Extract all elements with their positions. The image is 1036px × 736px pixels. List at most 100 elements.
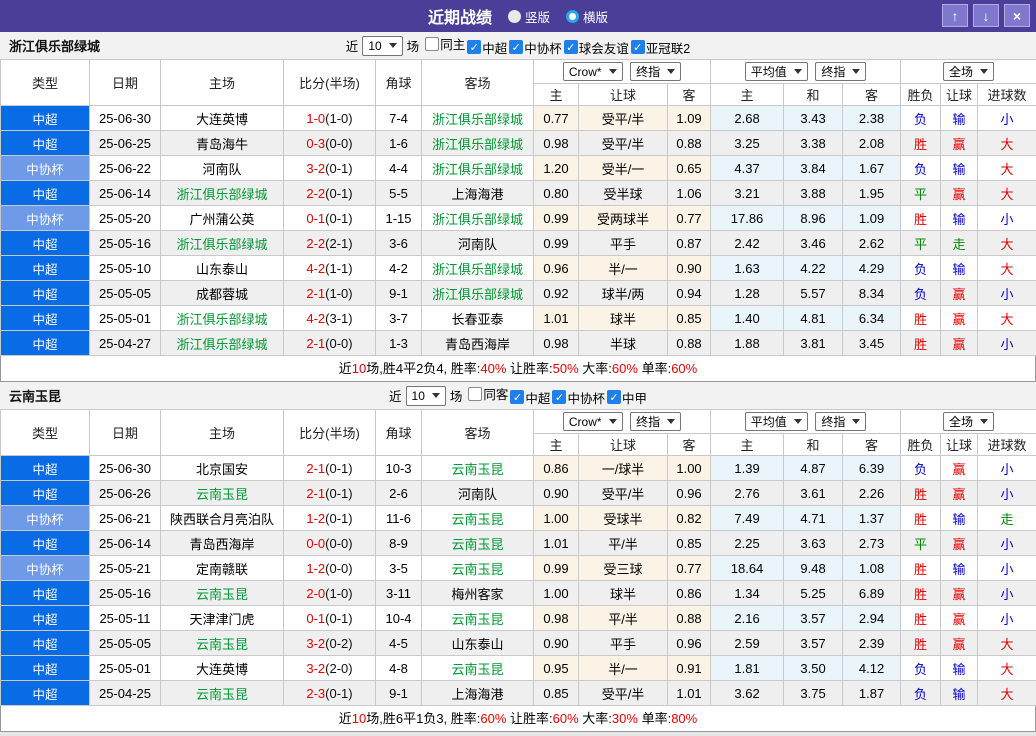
ah-home-odds: 1.00 <box>533 505 579 531</box>
eu-away-odds: 1.09 <box>842 205 902 231</box>
bookmaker-select[interactable]: Crow* <box>562 412 623 432</box>
eu-away-odds: 4.29 <box>842 255 902 281</box>
filter-checkbox-中甲[interactable]: ✓ 中甲 <box>606 388 647 407</box>
result-win-draw-loss: 平 <box>900 530 942 556</box>
europe-stage-select[interactable]: 终指 <box>815 412 867 431</box>
eu-away-odds: 2.73 <box>842 530 902 556</box>
summary-text: 60% <box>671 361 698 376</box>
filter-checkbox-同客[interactable]: 同客 <box>468 384 508 403</box>
radio-unselected-icon[interactable] <box>507 9 521 23</box>
radio-horizontal-layout[interactable]: 横版 <box>566 7 608 26</box>
ah-home-odds: 0.85 <box>533 680 579 706</box>
ah-handicap-line: 受半/一 <box>578 155 668 181</box>
move-down-button[interactable]: ↓ <box>973 4 999 27</box>
match-count-select[interactable]: 10 <box>362 35 403 56</box>
chevron-down-icon <box>608 69 617 75</box>
league-type-badge: 中协杯 <box>0 505 90 531</box>
summary-text: 场,胜4平2负4, 胜率: <box>366 361 481 376</box>
radio-selected-icon[interactable] <box>566 9 579 23</box>
match-row: 中超 25-05-05 成都蓉城 2-1(1-0) 9-1 浙江俱乐部绿城 0.92 球半/两… <box>0 280 1036 306</box>
col-header-type: 类型 <box>0 409 90 456</box>
radio-vertical-layout[interactable]: 竖版 <box>507 7 550 26</box>
ah-handicap-line: 平/半 <box>578 605 668 631</box>
score: 2-1(1-0) <box>283 280 376 306</box>
home-team: 陕西联合月亮泊队 <box>160 505 284 531</box>
checkbox-checked-icon[interactable]: ✓ <box>552 390 567 405</box>
ah-home-odds: 0.95 <box>533 655 579 681</box>
ah-away-odds: 1.09 <box>666 105 712 131</box>
ah-handicap-line: 受平/半 <box>578 480 668 506</box>
recent-label-prefix: 近 <box>345 40 359 54</box>
match-row: 中协杯 25-05-21 定南赣联 1-2(0-0) 3-5 云南玉昆 0.99 受三球 0.7… <box>0 555 1036 581</box>
handicap-stage-select[interactable]: 终指 <box>630 61 682 81</box>
filter-checkbox-亚冠联2[interactable]: ✓ 亚冠联2 <box>630 38 690 57</box>
checkbox-label: 球会友谊 <box>578 41 629 56</box>
result-over-under: 大 <box>977 680 1036 706</box>
filter-checkbox-中超[interactable]: ✓ 中超 <box>467 38 507 57</box>
europe-stage-select[interactable]: 终指 <box>815 62 867 81</box>
league-filter-checkboxes: 同客 ✓ 中超 ✓ 中协杯 ✓ 中甲 <box>466 384 647 407</box>
checkbox-unchecked-icon[interactable] <box>468 386 483 401</box>
checkbox-checked-icon[interactable]: ✓ <box>467 40 482 55</box>
match-count-select[interactable]: 10 <box>405 385 446 406</box>
corner-count: 3-5 <box>375 555 422 581</box>
checkbox-unchecked-icon[interactable] <box>425 36 440 51</box>
recent-label-suffix: 场 <box>406 40 420 54</box>
corner-count: 8-9 <box>375 530 422 556</box>
score: 0-1(0-1) <box>283 605 376 631</box>
chevron-down-icon <box>793 419 802 424</box>
checkbox-checked-icon[interactable]: ✓ <box>630 40 645 55</box>
subcol-goals: 进球数 <box>977 433 1036 456</box>
result-win-draw-loss: 胜 <box>900 205 942 231</box>
filter-checkbox-球会友谊[interactable]: ✓ 球会友谊 <box>563 38 629 57</box>
filter-checkbox-同主[interactable]: 同主 <box>425 34 465 53</box>
checkbox-checked-icon[interactable]: ✓ <box>510 390 525 405</box>
ah-handicap-line: 一/球半 <box>578 455 668 481</box>
average-select[interactable]: 平均值 <box>744 412 808 431</box>
match-row: 中协杯 25-06-22 河南队 3-2(0-1) 4-4 浙江俱乐部绿城 1.20 受半/一… <box>0 155 1036 181</box>
away-team: 云南玉昆 <box>421 605 534 631</box>
result-win-draw-loss: 平 <box>900 230 942 256</box>
match-row: 中协杯 25-05-20 广州蒲公英 0-1(0-1) 1-15 浙江俱乐部绿城 0.99 受… <box>0 205 1036 231</box>
eu-draw-odds: 5.25 <box>783 580 844 606</box>
bookmaker-select[interactable]: Crow* <box>562 62 623 82</box>
checkbox-checked-icon[interactable]: ✓ <box>606 390 621 405</box>
filter-checkbox-中协杯[interactable]: ✓ 中协杯 <box>509 38 562 57</box>
league-type-badge: 中超 <box>0 480 90 506</box>
match-row: 中超 25-04-27 浙江俱乐部绿城 2-1(0-0) 1-3 青岛西海岸 0.98 半球 0… <box>0 330 1036 356</box>
eu-away-odds: 4.12 <box>842 655 902 681</box>
move-up-button[interactable]: ↑ <box>942 4 968 27</box>
result-over-under: 小 <box>977 580 1036 606</box>
filter-checkbox-中协杯[interactable]: ✓ 中协杯 <box>552 388 605 407</box>
radio-vertical-label: 竖版 <box>524 10 550 25</box>
score: 4-2(3-1) <box>283 305 376 331</box>
ah-handicap-line: 球半 <box>578 305 668 331</box>
match-date: 25-05-21 <box>89 555 161 581</box>
scope-select[interactable]: 全场 <box>943 412 995 431</box>
ah-home-odds: 0.90 <box>533 630 579 656</box>
corner-count: 10-4 <box>375 605 422 631</box>
ah-away-odds: 1.06 <box>666 180 712 206</box>
close-icon: × <box>1012 7 1022 24</box>
result-win-draw-loss: 胜 <box>900 505 942 531</box>
eu-draw-odds: 3.81 <box>783 330 844 356</box>
subcol-handicap-result: 让球 <box>940 83 979 106</box>
ah-home-odds: 0.99 <box>533 230 579 256</box>
chevron-down-icon <box>667 68 676 74</box>
home-team: 浙江俱乐部绿城 <box>160 305 284 331</box>
handicap-stage-select[interactable]: 终指 <box>630 411 682 431</box>
scope-select[interactable]: 全场 <box>943 62 995 81</box>
eu-away-odds: 1.95 <box>842 180 902 206</box>
result-handicap: 赢 <box>940 130 979 156</box>
eu-away-odds: 2.38 <box>842 105 902 131</box>
checkbox-checked-icon[interactable]: ✓ <box>509 40 524 55</box>
close-button[interactable]: × <box>1004 4 1030 27</box>
filter-checkbox-中超[interactable]: ✓ 中超 <box>510 388 550 407</box>
league-type-badge: 中超 <box>0 180 90 206</box>
eu-draw-odds: 3.57 <box>783 630 844 656</box>
home-team: 成都蓉城 <box>160 280 284 306</box>
average-select[interactable]: 平均值 <box>744 62 808 81</box>
match-row: 中超 25-05-11 天津津门虎 0-1(0-1) 10-4 云南玉昆 0.98 平/半 0.… <box>0 605 1036 631</box>
eu-home-odds: 2.59 <box>710 630 785 656</box>
checkbox-checked-icon[interactable]: ✓ <box>563 40 578 55</box>
